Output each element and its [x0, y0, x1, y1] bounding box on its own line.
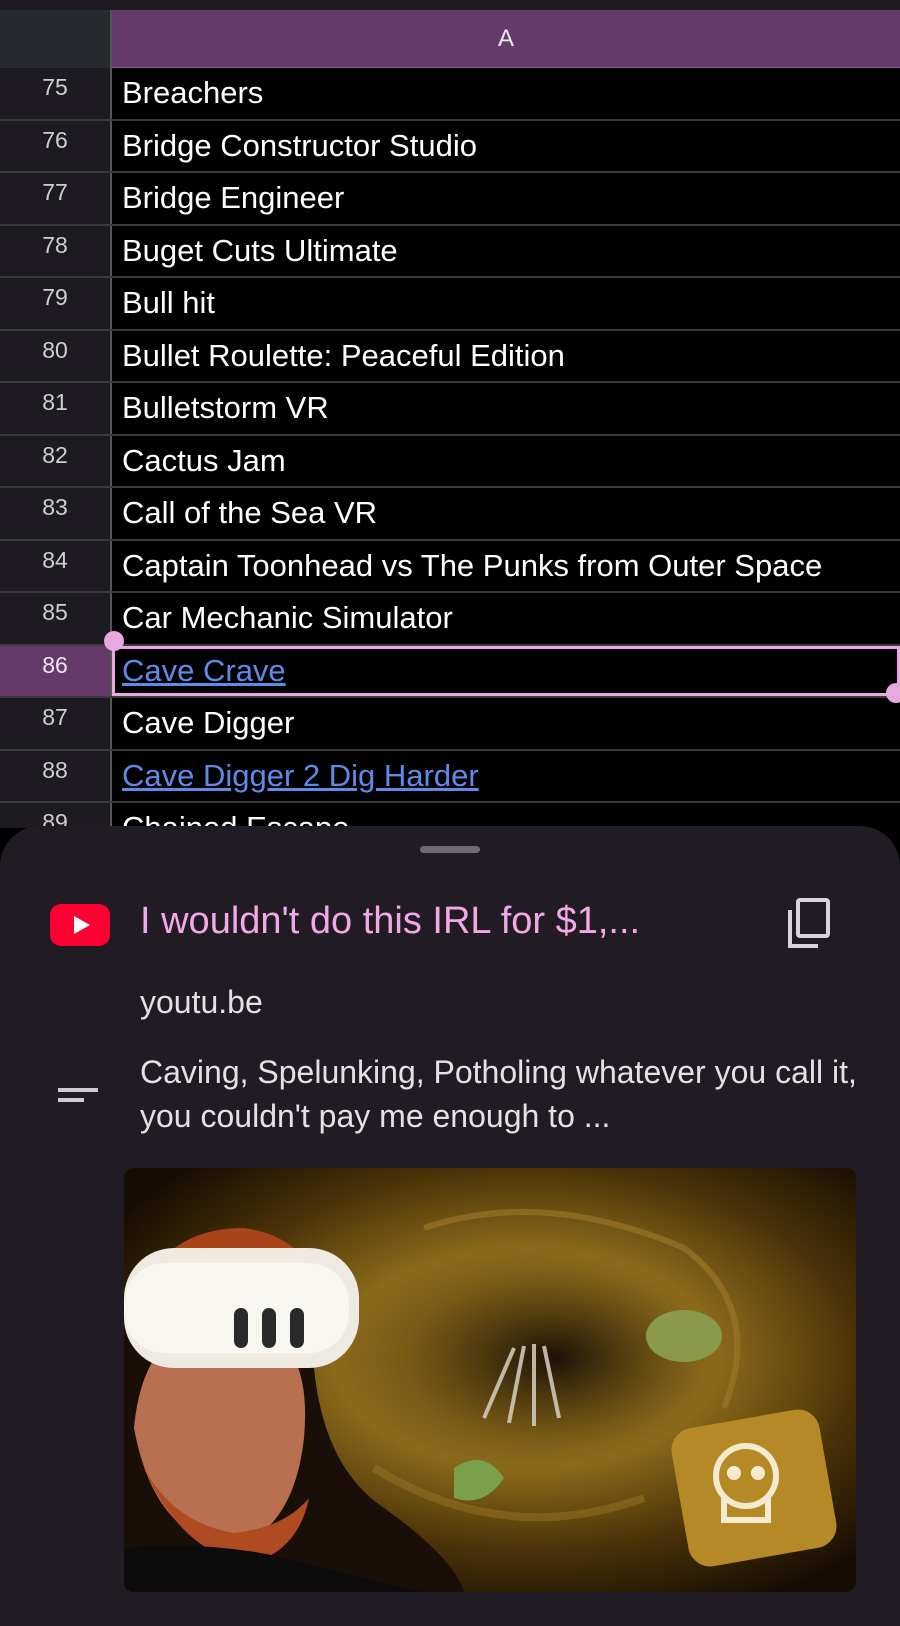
table-row[interactable]: 85 Car Mechanic Simulator [0, 593, 900, 646]
video-thumbnail[interactable] [124, 1168, 856, 1592]
row-number[interactable]: 85 [0, 593, 112, 644]
table-row[interactable]: 89 Chained Escape [0, 803, 900, 828]
table-row[interactable]: 81 Bulletstorm VR [0, 383, 900, 436]
cell[interactable]: Bullet Roulette: Peaceful Edition [112, 331, 900, 382]
cell[interactable]: Buget Cuts Ultimate [112, 226, 900, 277]
selection-handle-end[interactable] [886, 683, 900, 703]
row-number[interactable]: 76 [0, 120, 112, 171]
cell[interactable]: Cactus Jam [112, 436, 900, 487]
row-number[interactable]: 80 [0, 330, 112, 381]
link-preview-sheet: I wouldn't do this IRL for $1,... youtu.… [0, 826, 900, 1626]
table-row[interactable]: 88 Cave Digger 2 Dig Harder [0, 750, 900, 803]
table-row[interactable]: 78 Buget Cuts Ultimate [0, 225, 900, 278]
cell[interactable]: Bulletstorm VR [112, 383, 900, 434]
drag-handle[interactable] [420, 846, 480, 853]
table-row[interactable]: 76 Bridge Constructor Studio [0, 120, 900, 173]
row-number[interactable]: 89 [0, 803, 112, 828]
row-number[interactable]: 83 [0, 488, 112, 539]
copy-icon[interactable] [786, 898, 832, 950]
table-row[interactable]: 80 Bullet Roulette: Peaceful Edition [0, 330, 900, 383]
table-row[interactable]: 83 Call of the Sea VR [0, 488, 900, 541]
table-row[interactable]: 82 Cactus Jam [0, 435, 900, 488]
spreadsheet-grid: 75 Breachers 76 Bridge Constructor Studio 77… [0, 68, 900, 828]
table-row[interactable]: 86 Cave Crave [0, 645, 900, 698]
youtube-icon [50, 904, 110, 946]
preview-title[interactable]: I wouldn't do this IRL for $1,... [140, 900, 760, 943]
selection-handle-start[interactable] [104, 631, 124, 651]
preview-description: Caving, Spelunking, Potholing whatever y… [140, 1054, 857, 1134]
table-row[interactable]: 79 Bull hit [0, 278, 900, 331]
status-strip [0, 0, 900, 10]
preview-domain: youtu.be [140, 984, 263, 1020]
cell[interactable]: Bridge Engineer [112, 173, 900, 224]
cell-link[interactable]: Cave Crave [112, 645, 900, 696]
cell[interactable]: Breachers [112, 68, 900, 119]
cell-link[interactable]: Cave Digger 2 Dig Harder [112, 751, 900, 802]
column-header-a[interactable]: A [112, 10, 900, 68]
row-number[interactable]: 88 [0, 750, 112, 801]
row-number[interactable]: 87 [0, 698, 112, 749]
table-row[interactable]: 84 Captain Toonhead vs The Punks from Out… [0, 540, 900, 593]
row-number[interactable]: 86 [0, 645, 112, 696]
cell[interactable]: Car Mechanic Simulator [112, 593, 900, 644]
cell[interactable]: Chained Escape [112, 803, 900, 828]
cell[interactable]: Bull hit [112, 278, 900, 329]
cell[interactable]: Bridge Constructor Studio [112, 121, 900, 172]
row-number[interactable]: 82 [0, 435, 112, 486]
table-row[interactable]: 77 Bridge Engineer [0, 173, 900, 226]
table-row[interactable]: 75 Breachers [0, 68, 900, 121]
row-number[interactable]: 75 [0, 68, 112, 119]
row-number[interactable]: 84 [0, 540, 112, 591]
cell[interactable]: Call of the Sea VR [112, 488, 900, 539]
row-number[interactable]: 81 [0, 383, 112, 434]
row-number[interactable]: 79 [0, 278, 112, 329]
table-row[interactable]: 87 Cave Digger [0, 698, 900, 751]
cell[interactable]: Cave Digger [112, 698, 900, 749]
row-number[interactable]: 78 [0, 225, 112, 276]
cell[interactable]: Captain Toonhead vs The Punks from Outer… [112, 541, 900, 592]
row-number[interactable]: 77 [0, 173, 112, 224]
select-all-corner[interactable] [0, 10, 112, 68]
short-text-icon [58, 1088, 98, 1102]
